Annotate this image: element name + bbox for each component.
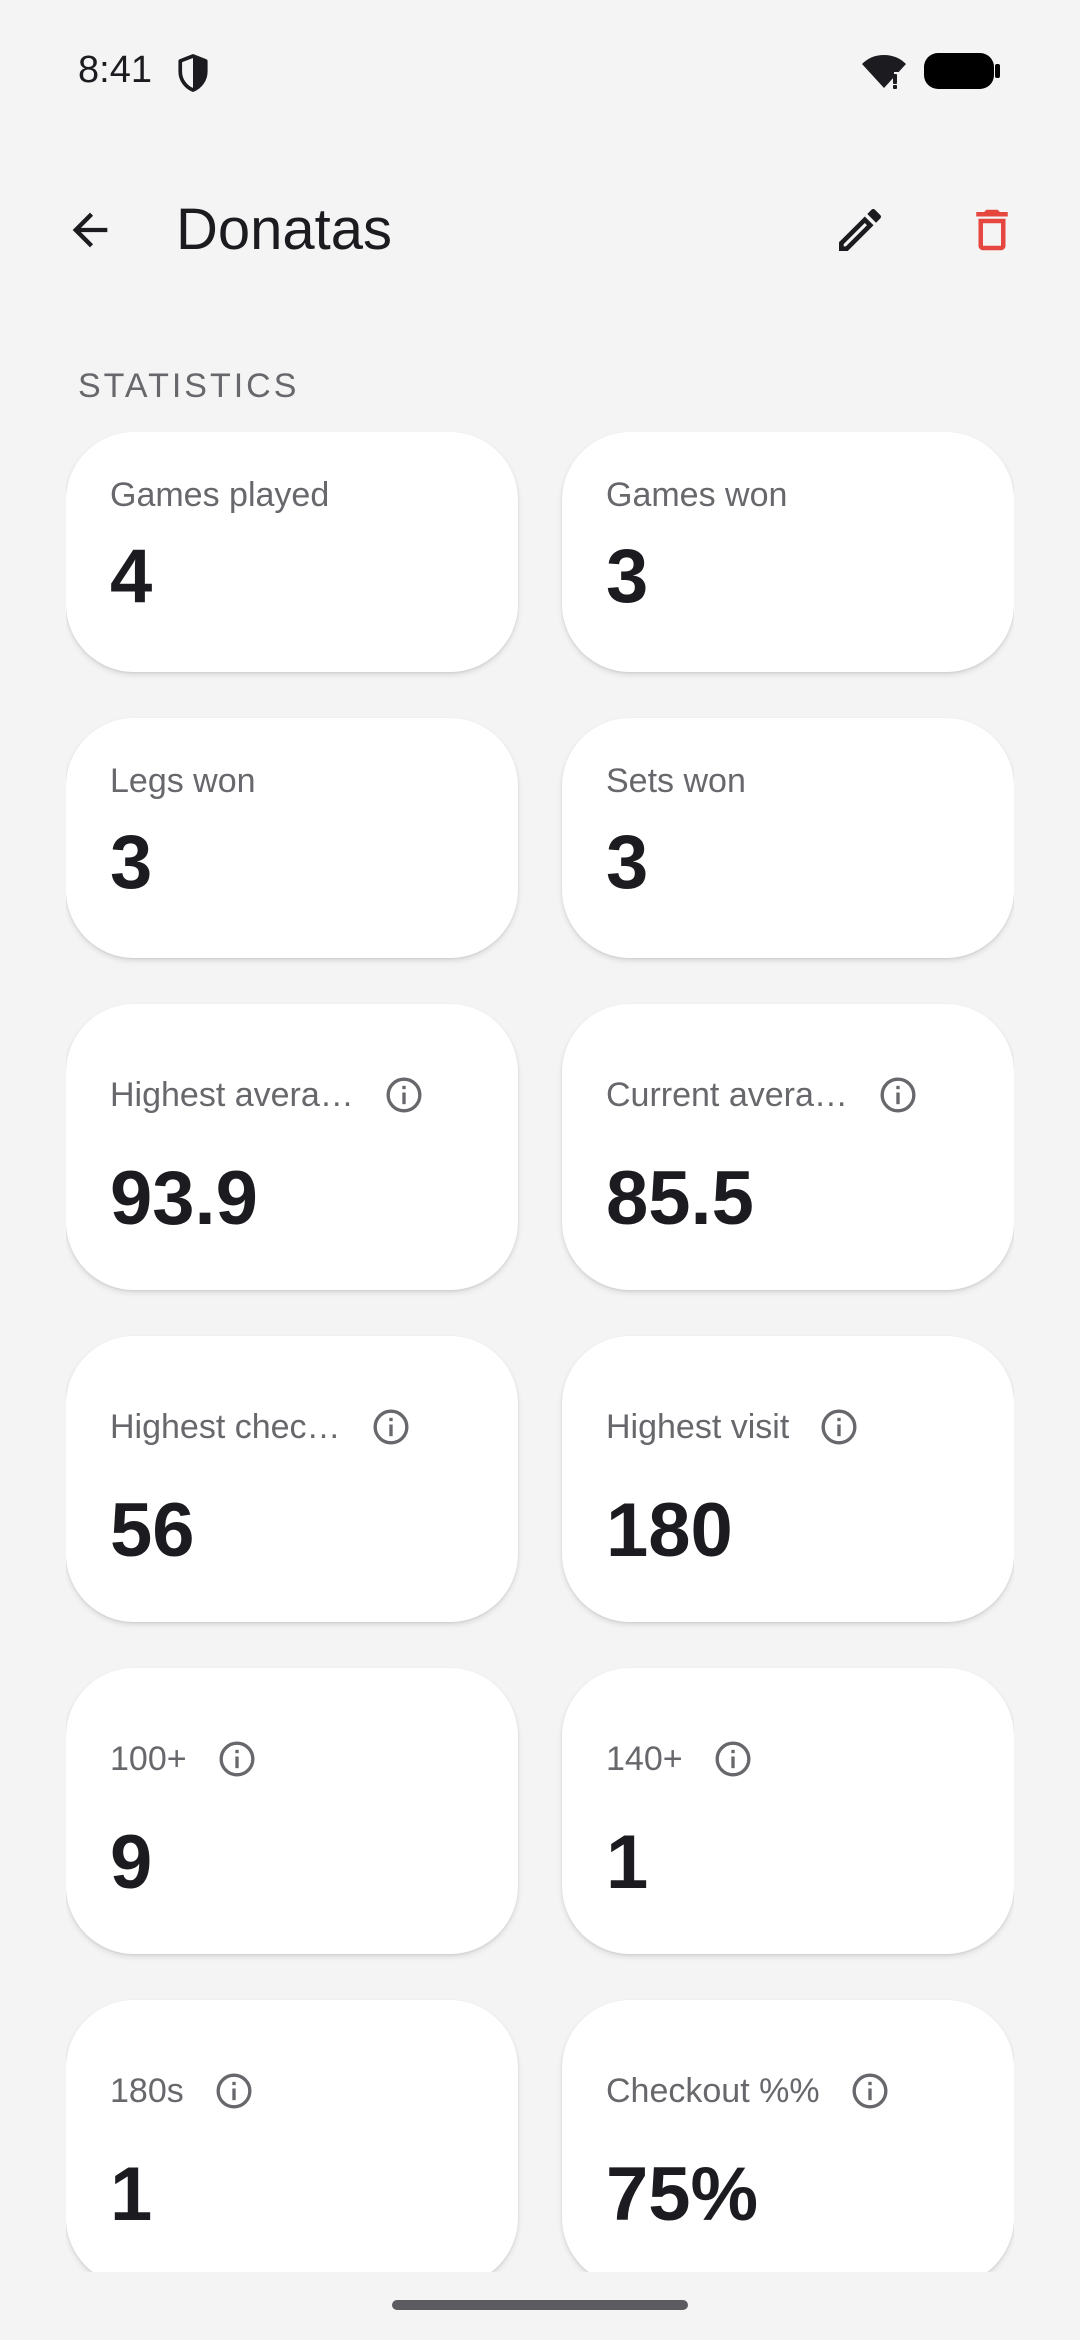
stat-card-highest-checkout: Highest chec… 56 — [66, 1336, 518, 1622]
stat-label-row: 180s — [110, 2070, 254, 2112]
stat-label-row: Sets won — [606, 760, 746, 802]
back-button[interactable] — [52, 192, 128, 268]
arrow-back-icon — [72, 212, 108, 248]
stat-label: Checkout %% — [606, 2072, 820, 2110]
trash-icon — [976, 209, 1008, 251]
stat-card-180s: 180s 1 — [66, 2000, 518, 2272]
stat-label: Sets won — [606, 762, 746, 800]
delete-button[interactable] — [954, 192, 1030, 268]
section-header: STATISTICS — [78, 367, 300, 405]
stat-value: 56 — [110, 1488, 195, 1573]
info-icon[interactable] — [384, 1075, 424, 1115]
stat-card-100-plus: 100+ 9 — [66, 1668, 518, 1954]
stat-label-row: Current avera… — [606, 1074, 918, 1116]
info-icon[interactable] — [214, 2071, 254, 2111]
stat-value: 4 — [110, 534, 153, 619]
info-icon[interactable] — [819, 1407, 859, 1447]
stat-label-row: 140+ — [606, 1738, 753, 1780]
stat-value: 1 — [606, 1820, 649, 1905]
stat-card-sets-won: Sets won 3 — [562, 718, 1014, 958]
statistics-grid: Games played 4 Games won 3 Legs won 3 Se… — [66, 432, 1014, 2272]
info-icon[interactable] — [878, 1075, 918, 1115]
info-icon[interactable] — [713, 1739, 753, 1779]
stat-value: 75% — [606, 2152, 759, 2237]
pencil-icon — [839, 209, 882, 251]
stat-card-games-played: Games played 4 — [66, 432, 518, 672]
stat-value: 9 — [110, 1820, 153, 1905]
stat-label-row: Games played — [110, 474, 329, 516]
stat-card-highest-visit: Highest visit 180 — [562, 1336, 1014, 1622]
stat-value: 3 — [110, 820, 153, 905]
stat-value: 85.5 — [606, 1156, 754, 1241]
stat-label: Highest visit — [606, 1408, 790, 1446]
info-icon[interactable] — [371, 1407, 411, 1447]
stat-value: 180 — [606, 1488, 733, 1573]
stat-label-row: Legs won — [110, 760, 256, 802]
info-icon[interactable] — [850, 2071, 890, 2111]
stat-label-row: Highest avera… — [110, 1074, 424, 1116]
stat-label: Games won — [606, 476, 788, 514]
stat-label: Games played — [110, 476, 330, 514]
stat-label: 100+ — [110, 1740, 187, 1778]
stat-label-row: Games won — [606, 474, 787, 516]
stat-value: 3 — [606, 820, 649, 905]
stat-value: 1 — [110, 2152, 153, 2237]
stat-label-row: Highest chec… — [110, 1406, 411, 1448]
stat-label: Highest avera… — [110, 1076, 354, 1114]
stat-card-games-won: Games won 3 — [562, 432, 1014, 672]
stat-card-140-plus: 140+ 1 — [562, 1668, 1014, 1954]
edit-button[interactable] — [822, 192, 898, 268]
stat-label: 140+ — [606, 1740, 683, 1778]
wifi-icon — [862, 55, 906, 89]
status-bar: 8:41 — [0, 0, 1080, 140]
stat-label: Highest chec… — [110, 1408, 341, 1446]
stat-label-row: 100+ — [110, 1738, 257, 1780]
page-title: Donatas — [176, 197, 393, 262]
status-time: 8:41 — [78, 49, 152, 91]
stat-value: 3 — [606, 534, 649, 619]
stat-card-highest-average: Highest avera… 93.9 — [66, 1004, 518, 1290]
stat-label-row: Checkout %% — [606, 2070, 890, 2112]
app-bar: Donatas — [0, 170, 1080, 290]
stat-card-legs-won: Legs won 3 — [66, 718, 518, 958]
stat-card-checkout-percent: Checkout %% 75% — [562, 2000, 1014, 2272]
stat-card-current-average: Current avera… 85.5 — [562, 1004, 1014, 1290]
shield-icon — [178, 54, 208, 92]
stat-label-row: Highest visit — [606, 1406, 859, 1448]
stat-label: Legs won — [110, 762, 256, 800]
battery-icon — [924, 53, 1000, 89]
home-indicator[interactable] — [392, 2300, 688, 2310]
stat-value: 93.9 — [110, 1156, 258, 1241]
stat-label: 180s — [110, 2072, 184, 2110]
info-icon[interactable] — [217, 1739, 257, 1779]
stat-label: Current avera… — [606, 1076, 848, 1114]
